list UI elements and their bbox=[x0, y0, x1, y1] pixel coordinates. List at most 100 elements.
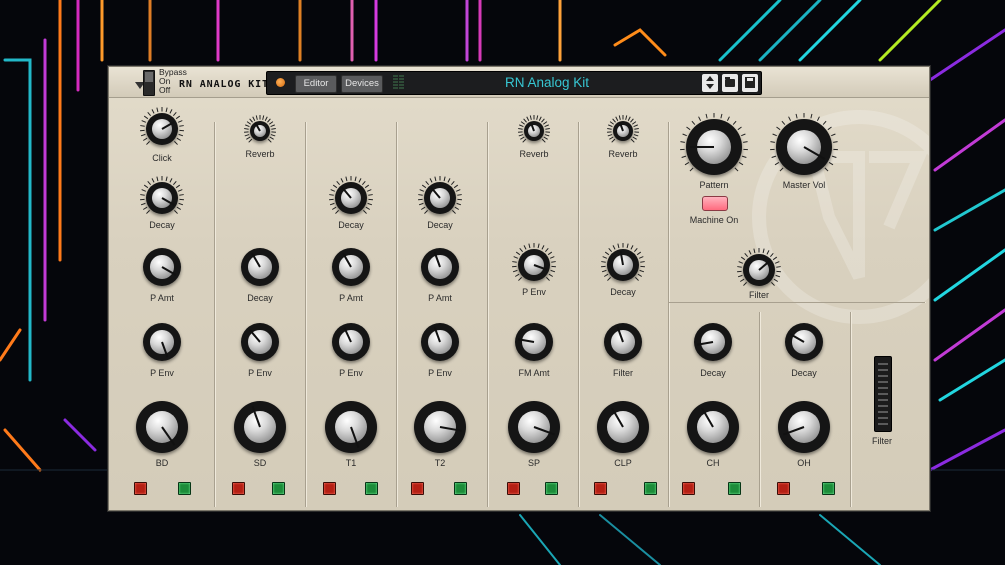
save-patch-button[interactable] bbox=[742, 74, 758, 92]
sp-penv-knob[interactable] bbox=[511, 242, 557, 288]
column-divider bbox=[214, 122, 215, 507]
bd-click-knob[interactable] bbox=[139, 106, 185, 152]
t1-decay-label: Decay bbox=[338, 220, 364, 230]
sd-reverb-label: Reverb bbox=[245, 149, 275, 159]
t2-solo-button[interactable] bbox=[454, 482, 467, 495]
column-divider bbox=[668, 122, 669, 507]
master-vol-knob[interactable] bbox=[769, 112, 839, 182]
bd-pamt-knob[interactable] bbox=[140, 245, 184, 289]
sp-reverb-knob[interactable] bbox=[517, 114, 551, 148]
t1-penv-label: P Env bbox=[339, 368, 363, 378]
clp-decay-knob[interactable] bbox=[600, 242, 646, 288]
t2-main-knob[interactable] bbox=[411, 398, 469, 456]
sd-mute-button[interactable] bbox=[232, 482, 245, 495]
column-divider bbox=[487, 122, 488, 507]
t1-decay-knob[interactable] bbox=[328, 175, 374, 221]
clp-main-knob[interactable] bbox=[594, 398, 652, 456]
bd-penv-knob[interactable] bbox=[140, 320, 184, 364]
machine-on-label: Machine On bbox=[689, 215, 739, 225]
sp-label: SP bbox=[527, 458, 540, 468]
bd-pamt-label: P Amt bbox=[150, 293, 174, 303]
patch-display: Editor Devices RN Analog Kit bbox=[266, 71, 762, 95]
sd-main-knob[interactable] bbox=[231, 398, 289, 456]
section-divider bbox=[669, 302, 925, 303]
t2-penv-knob[interactable] bbox=[418, 320, 462, 364]
ch-mute-button[interactable] bbox=[682, 482, 695, 495]
clp-solo-button[interactable] bbox=[644, 482, 657, 495]
device-name: RN ANALOG KIT bbox=[179, 79, 269, 90]
clp-filter-label: Filter bbox=[613, 368, 633, 378]
hh-filter-knob[interactable] bbox=[736, 247, 782, 293]
sp-reverb-label: Reverb bbox=[519, 149, 549, 159]
patch-name[interactable]: RN Analog Kit bbox=[447, 74, 647, 92]
sd-decay-knob[interactable] bbox=[238, 245, 282, 289]
sd-reverb-knob[interactable] bbox=[243, 114, 277, 148]
t1-main-knob[interactable] bbox=[322, 398, 380, 456]
rn-analog-kit-device: Bypass On Off RN ANALOG KIT Editor Devic… bbox=[108, 66, 930, 511]
oh-main-knob[interactable] bbox=[775, 398, 833, 456]
sd-decay-label: Decay bbox=[247, 293, 273, 303]
sd-solo-button[interactable] bbox=[272, 482, 285, 495]
oh-decay-label: Decay bbox=[791, 368, 817, 378]
signal-meter bbox=[393, 75, 405, 91]
patch-browse-arrows[interactable] bbox=[702, 74, 718, 92]
clp-label: CLP bbox=[614, 458, 632, 468]
device-color-icon bbox=[276, 78, 285, 87]
clp-filter-knob[interactable] bbox=[601, 320, 645, 364]
sp-penv-label: P Env bbox=[522, 287, 546, 297]
t1-penv-knob[interactable] bbox=[329, 320, 373, 364]
machine-on-button[interactable] bbox=[702, 196, 728, 211]
hh-filter-label: Filter bbox=[749, 290, 769, 300]
sd-penv-knob[interactable] bbox=[238, 320, 282, 364]
bd-decay-knob[interactable] bbox=[139, 175, 185, 221]
oh-decay-knob[interactable] bbox=[782, 320, 826, 364]
t2-pamt-knob[interactable] bbox=[418, 245, 462, 289]
t2-decay-label: Decay bbox=[427, 220, 453, 230]
bd-decay-label: Decay bbox=[149, 220, 175, 230]
ch-main-knob[interactable] bbox=[684, 398, 742, 456]
clp-mute-button[interactable] bbox=[594, 482, 607, 495]
pattern-knob-pointer bbox=[690, 146, 714, 148]
pattern-knob[interactable] bbox=[679, 112, 749, 182]
devices-button[interactable]: Devices bbox=[341, 75, 383, 93]
clp-reverb-knob[interactable] bbox=[606, 114, 640, 148]
t2-decay-knob[interactable] bbox=[417, 175, 463, 221]
bd-label: BD bbox=[155, 458, 169, 468]
sp-main-knob[interactable] bbox=[505, 398, 563, 456]
pattern-label: Pattern bbox=[699, 180, 729, 190]
column-divider bbox=[578, 122, 579, 507]
fold-toggle[interactable] bbox=[119, 72, 145, 92]
sp-fmamt-label: FM Amt bbox=[518, 368, 550, 378]
t1-pamt-knob[interactable] bbox=[329, 245, 373, 289]
device-header: Bypass On Off RN ANALOG KIT Editor Devic… bbox=[109, 67, 929, 98]
ch-solo-button[interactable] bbox=[728, 482, 741, 495]
bd-mute-button[interactable] bbox=[134, 482, 147, 495]
t1-pamt-label: P Amt bbox=[339, 293, 363, 303]
bd-main-knob[interactable] bbox=[133, 398, 191, 456]
t1-mute-button[interactable] bbox=[323, 482, 336, 495]
oh-solo-button[interactable] bbox=[822, 482, 835, 495]
t2-label: T2 bbox=[434, 458, 446, 468]
sp-solo-button[interactable] bbox=[545, 482, 558, 495]
bypass-switch[interactable] bbox=[143, 70, 155, 96]
sp-mute-button[interactable] bbox=[507, 482, 520, 495]
column-divider bbox=[396, 122, 397, 507]
editor-button[interactable]: Editor bbox=[295, 75, 337, 93]
column-divider bbox=[850, 312, 851, 507]
column-divider bbox=[305, 122, 306, 507]
oh-mute-button[interactable] bbox=[777, 482, 790, 495]
t1-label: T1 bbox=[345, 458, 357, 468]
column-divider bbox=[759, 312, 760, 507]
fader-filter-label: Filter bbox=[872, 436, 892, 446]
bd-solo-button[interactable] bbox=[178, 482, 191, 495]
sd-penv-label: P Env bbox=[248, 368, 272, 378]
master-vol-label: Master Vol bbox=[782, 180, 826, 190]
sp-fmamt-knob[interactable] bbox=[512, 320, 556, 364]
t1-solo-button[interactable] bbox=[365, 482, 378, 495]
t2-mute-button[interactable] bbox=[411, 482, 424, 495]
filter-fader[interactable] bbox=[874, 356, 892, 432]
save-icon bbox=[745, 77, 755, 88]
open-patch-button[interactable] bbox=[722, 74, 738, 92]
ch-decay-knob[interactable] bbox=[691, 320, 735, 364]
t2-pamt-label: P Amt bbox=[428, 293, 452, 303]
